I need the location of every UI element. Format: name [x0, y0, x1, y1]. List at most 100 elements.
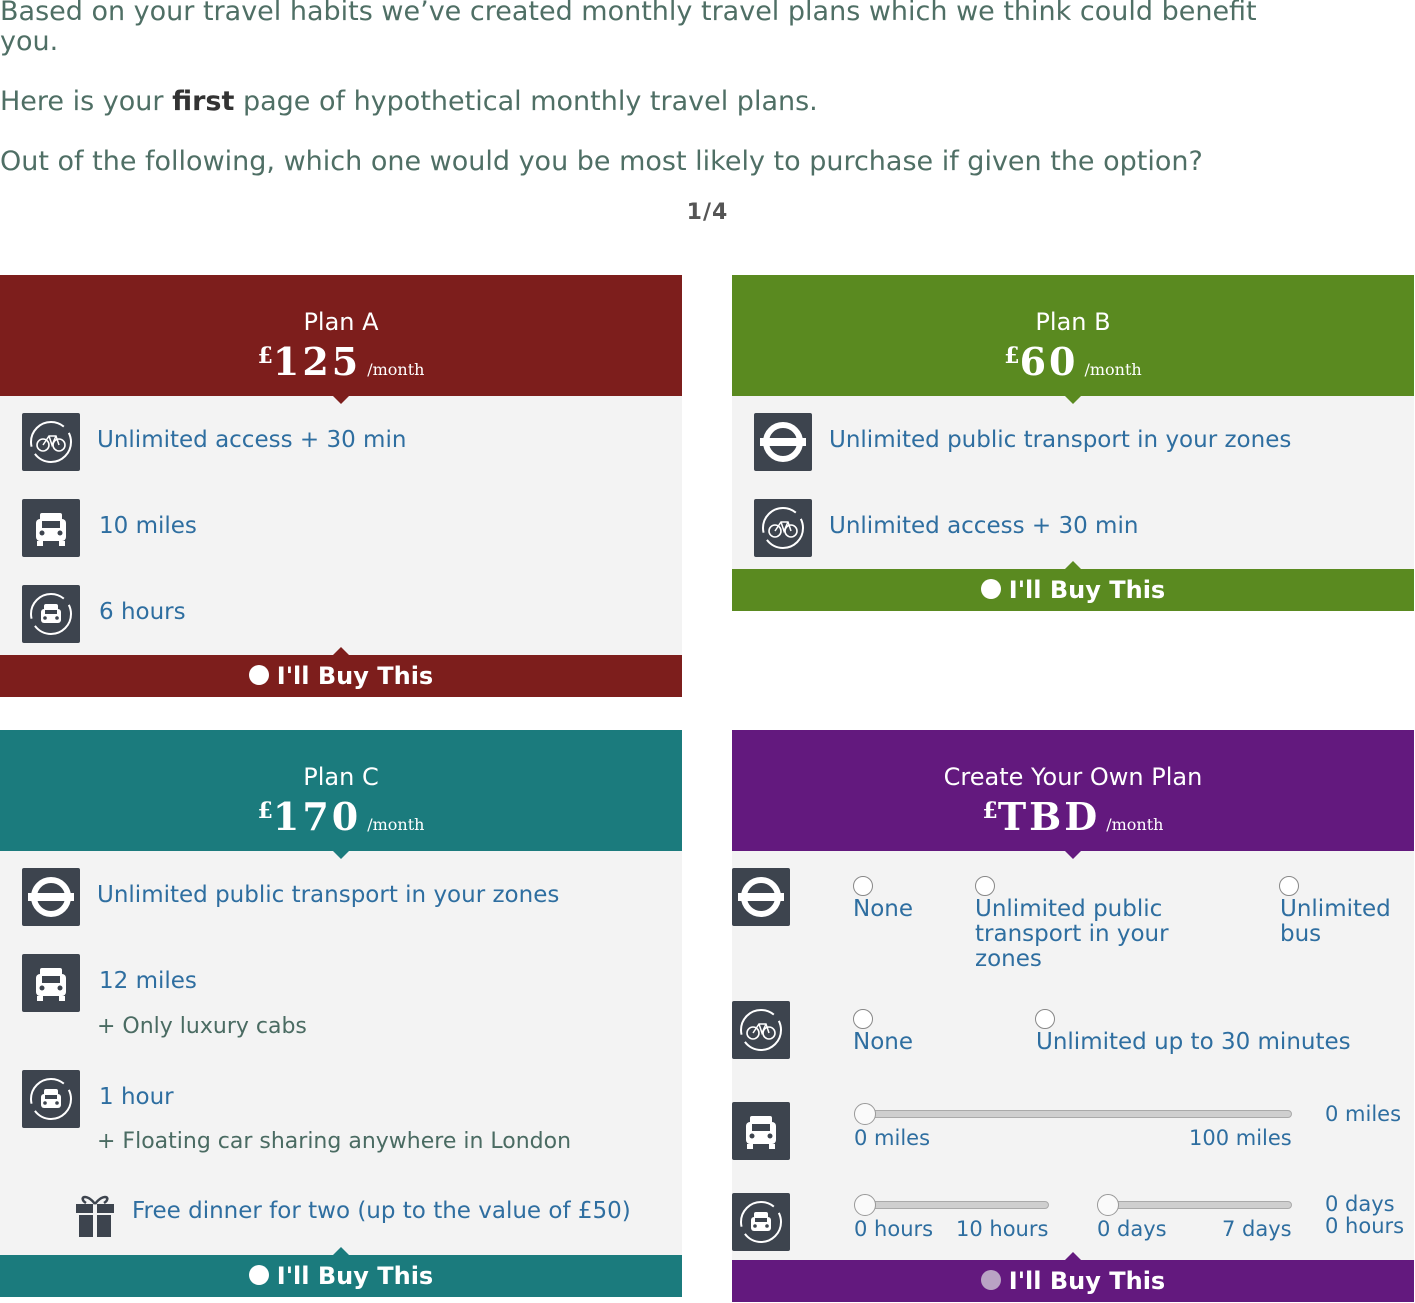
plan-a-price: £125/month [0, 339, 682, 384]
plan-a-feature-3: 6 hours [99, 599, 186, 625]
plan-a-buy-notch [333, 647, 349, 655]
plan-b-currency: £ [1004, 343, 1020, 369]
taxi-icon [22, 499, 80, 557]
plan-c-price: £170/month [0, 794, 682, 839]
transport-bus-label[interactable]: Unlimited bus [1280, 897, 1405, 947]
plan-c-feature-1: Unlimited public transport in your zones [97, 882, 560, 908]
plan-a-radio[interactable] [248, 665, 269, 685]
underground-icon [754, 413, 812, 471]
plan-b-price: £60/month [732, 339, 1414, 384]
custom-plan-name: Create Your Own Plan [943, 763, 1203, 791]
plan-c-buy-notch [333, 1247, 349, 1255]
car-hours-slider-min: 0 hours [854, 1217, 934, 1241]
plan-c-notch [333, 851, 349, 859]
intro-line-1: Based on your travel habits we’ve create… [0, 0, 1257, 27]
plan-c-feature-4: Free dinner for two (up to the value of … [132, 1198, 631, 1224]
taxi-slider-min: 0 miles [854, 1126, 931, 1150]
page-counter: 1/4 [686, 200, 729, 225]
plan-b-feature-2: Unlimited access + 30 min [829, 513, 1139, 539]
plan-c-feature-3-sub: + Floating car sharing anywhere in Londo… [97, 1129, 572, 1154]
custom-plan-buy-notch [1065, 1252, 1081, 1260]
plan-a-amount: 125 [272, 339, 362, 384]
intro-question: Out of the following, which one would yo… [0, 146, 1203, 177]
intro-line-2-pre: Here is your [0, 86, 173, 117]
plan-a-name: Plan A [303, 308, 379, 336]
car-days-slider-max: 7 days [1222, 1217, 1292, 1241]
transport-none-label[interactable]: None [853, 897, 953, 922]
car-hours-slider-thumb[interactable] [854, 1194, 876, 1216]
taxi-miles-slider[interactable] [856, 1110, 1292, 1118]
intro-line-2: Here is your first page of hypothetical … [0, 86, 818, 117]
plan-c-currency: £ [257, 798, 273, 824]
plan-a-buy-button[interactable]: I'll Buy This [0, 647, 682, 697]
taxi-icon [732, 1102, 790, 1160]
taxi-miles-slider-thumb[interactable] [854, 1103, 876, 1125]
car-share-icon [22, 1070, 80, 1128]
plan-a-card: Plan A £125/month Unlimited access + 30 … [0, 275, 682, 697]
plan-c-radio[interactable] [248, 1265, 269, 1285]
custom-plan-buy-label: I'll Buy This [1008, 1267, 1166, 1295]
plan-b-card: Plan B £60/month Unlimited public transp… [732, 275, 1414, 611]
plan-c-per: /month [367, 815, 425, 834]
plan-b-radio[interactable] [980, 579, 1001, 599]
bike-none-label[interactable]: None [853, 1030, 913, 1055]
transport-none-radio[interactable] [853, 876, 873, 896]
transport-bus-radio[interactable] [1279, 876, 1299, 896]
plan-a-buy-label: I'll Buy This [276, 662, 434, 690]
custom-plan-per: /month [1106, 815, 1164, 834]
plan-a-notch [333, 396, 349, 404]
plan-b-header: Plan B £60/month [732, 275, 1414, 404]
intro-line-2-post: page of hypothetical monthly travel plan… [234, 86, 818, 117]
plan-a-buy-inner: I'll Buy This [0, 662, 682, 690]
intro-line-1b: you. [0, 26, 59, 57]
bike-unlimited-radio[interactable] [1035, 1009, 1055, 1029]
custom-plan-buy-button[interactable]: I'll Buy This [732, 1252, 1414, 1302]
car-share-icon [732, 1193, 790, 1251]
plan-c-buy-label: I'll Buy This [276, 1262, 434, 1290]
plan-a-per: /month [367, 360, 425, 379]
plan-b-buy-notch [1065, 561, 1081, 569]
bike-none-radio[interactable] [853, 1009, 873, 1029]
plan-b-per: /month [1084, 360, 1142, 379]
plan-c-feature-3: 1 hour [99, 1084, 174, 1110]
plan-b-notch [1065, 396, 1081, 404]
bike-unlimited-label[interactable]: Unlimited up to 30 minutes [1036, 1030, 1351, 1055]
taxi-icon [22, 954, 80, 1012]
car-days-slider[interactable] [1099, 1201, 1292, 1209]
taxi-slider-max: 100 miles [1189, 1126, 1292, 1150]
custom-plan-amount: TBD [997, 794, 1101, 839]
custom-plan-currency: £ [982, 798, 998, 824]
car-hours-slider-max: 10 hours [956, 1217, 1049, 1241]
custom-plan-notch [1065, 851, 1081, 859]
taxi-slider-value: 0 miles [1325, 1102, 1402, 1126]
plan-c-feature-2-sub: + Only luxury cabs [97, 1014, 307, 1039]
plan-c-feature-2: 12 miles [99, 968, 197, 994]
car-days-slider-min: 0 days [1097, 1217, 1167, 1241]
custom-plan-card: Create Your Own Plan £TBD/month None Unl… [732, 730, 1414, 1302]
plan-b-name: Plan B [1035, 308, 1111, 336]
transport-public-radio[interactable] [975, 876, 995, 896]
bike-icon [22, 413, 80, 471]
custom-plan-radio[interactable] [980, 1270, 1001, 1290]
car-value-days: 0 days [1325, 1192, 1395, 1216]
plan-c-buy-button[interactable]: I'll Buy This [0, 1247, 682, 1297]
plan-b-buy-label: I'll Buy This [1008, 576, 1166, 604]
plan-a-feature-2: 10 miles [99, 513, 197, 539]
plan-a-feature-1: Unlimited access + 30 min [97, 427, 407, 453]
plan-c-card: Plan C £170/month Unlimited public trans… [0, 730, 682, 1297]
plan-c-amount: 170 [272, 794, 362, 839]
custom-plan-price: £TBD/month [732, 794, 1414, 839]
car-days-slider-thumb[interactable] [1097, 1194, 1119, 1216]
plan-b-buy-inner: I'll Buy This [732, 576, 1414, 604]
plan-b-amount: 60 [1019, 339, 1079, 384]
plan-b-buy-button[interactable]: I'll Buy This [732, 561, 1414, 611]
transport-public-label[interactable]: Unlimited public transport in your zones [975, 897, 1195, 972]
car-hours-slider[interactable] [856, 1201, 1049, 1209]
plan-c-header: Plan C £170/month [0, 730, 682, 859]
plan-a-currency: £ [257, 343, 273, 369]
intro-line-2-bold: first [172, 86, 235, 117]
bike-icon [732, 1001, 790, 1059]
plan-c-buy-inner: I'll Buy This [0, 1262, 682, 1290]
plan-c-name: Plan C [303, 763, 379, 791]
gift-icon [74, 1190, 116, 1238]
